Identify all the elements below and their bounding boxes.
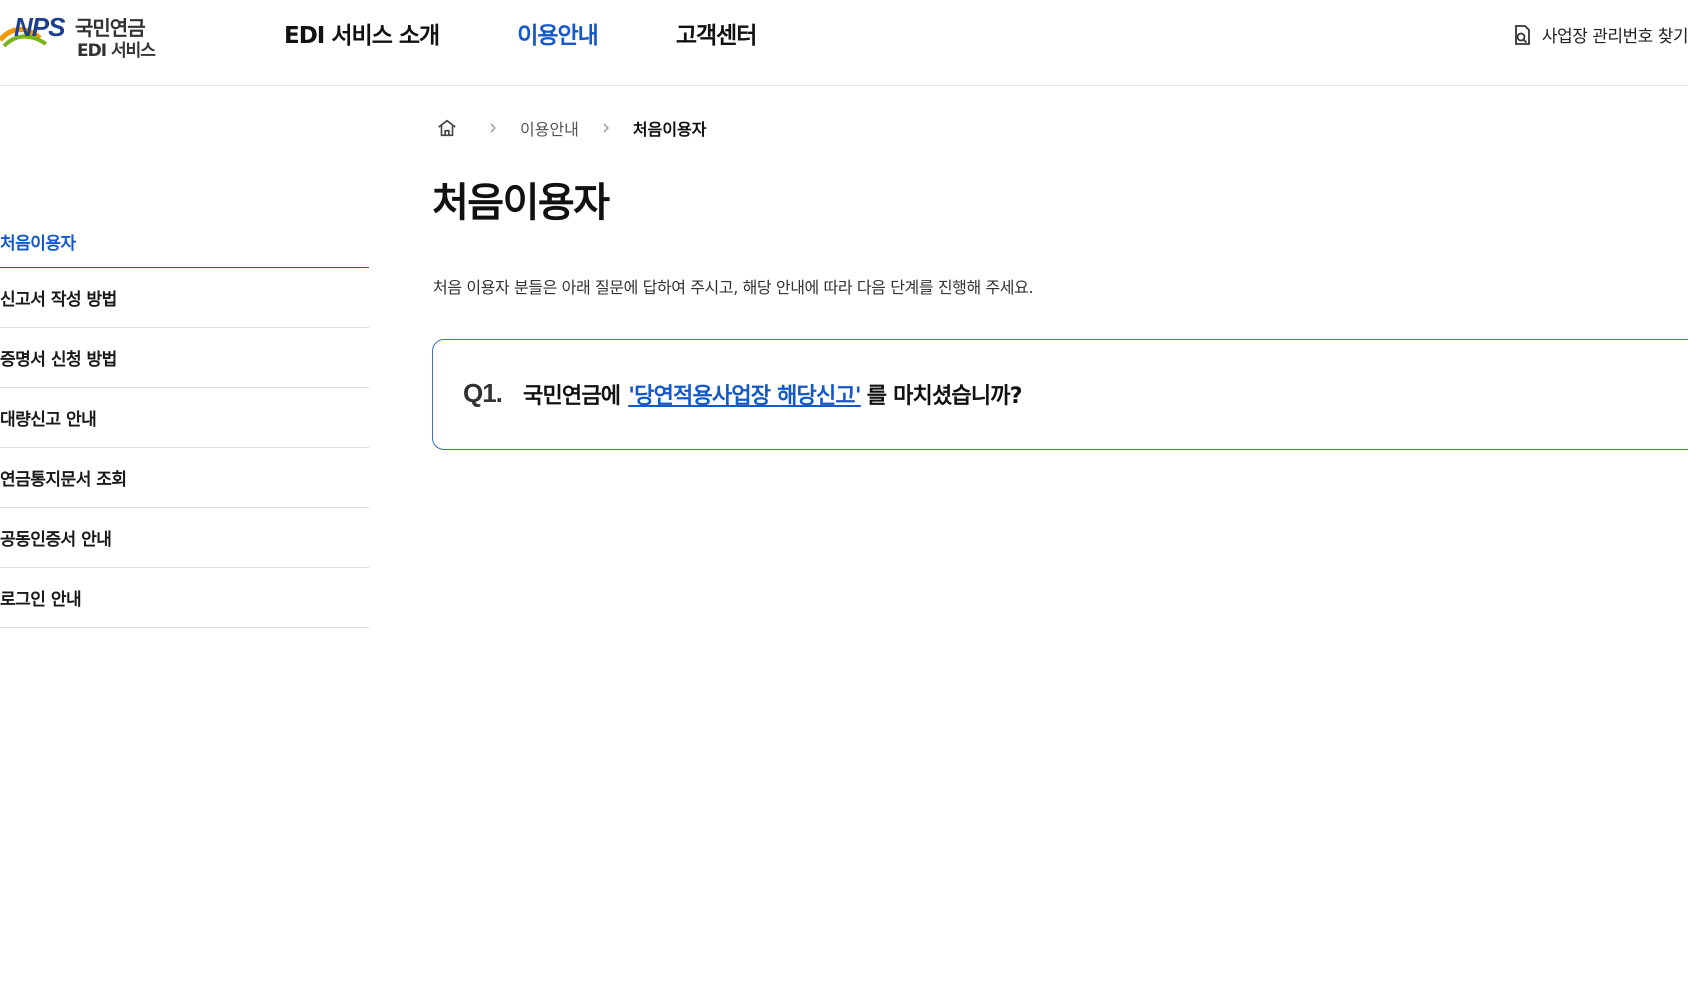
home-icon[interactable] [436, 117, 458, 139]
breadcrumb-usage-guide[interactable]: 이용안내 [520, 116, 579, 140]
find-business-number-label: 사업장 관리번호 찾기 [1541, 27, 1688, 47]
breadcrumb: 이용안내 처음이용자 [436, 116, 707, 140]
breadcrumb-current: 처음이용자 [632, 120, 707, 139]
sidebar-item-certificate-request[interactable]: 증명서 신청 방법 [0, 328, 369, 388]
chevron-right-icon [603, 123, 609, 133]
nav-usage-guide[interactable]: 이용안내 [517, 16, 599, 50]
sidebar-item-bulk-report[interactable]: 대량신고 안내 [0, 388, 369, 448]
question-suffix: 를 마치셨습니까? [866, 384, 1023, 409]
nps-edi-logo[interactable]: NPS 국민연금 EDI 서비스 [0, 10, 170, 61]
chevron-right-icon [490, 123, 496, 133]
sidebar-item-certificate-guide[interactable]: 공동인증서 안내 [0, 508, 369, 568]
site-header: NPS 국민연금 EDI 서비스 EDI 서비스 소개 이용안내 고객센터 사업… [0, 0, 1688, 86]
sidebar-item-pension-notice[interactable]: 연금통지문서 조회 [0, 448, 369, 508]
find-business-number-link[interactable]: 사업장 관리번호 찾기 [1510, 22, 1688, 47]
nav-customer-center[interactable]: 고객센터 [676, 16, 758, 50]
sidebar-item-first-user[interactable]: 처음이용자 [0, 216, 369, 268]
question-number: Q1. [463, 378, 503, 408]
nav-edi-intro[interactable]: EDI 서비스 소개 [284, 16, 440, 50]
page-title: 처음이용자 [432, 180, 610, 226]
main-navigation: EDI 서비스 소개 이용안내 고객센터 [284, 16, 834, 50]
intro-text: 처음 이용자 분들은 아래 질문에 답하여 주시고, 해당 안내에 따라 다음 … [433, 278, 1034, 297]
logo-nps-text: NPS [14, 12, 65, 42]
question-box: Q1. 국민연금에 '당연적용사업장 해당신고' 를 마치셨습니까? [432, 339, 1688, 450]
sidebar-item-report-writing[interactable]: 신고서 작성 방법 [0, 268, 369, 328]
question-prefix: 국민연금에 [523, 384, 621, 409]
sidebar-item-login-guide[interactable]: 로그인 안내 [0, 568, 369, 628]
workplace-report-link[interactable]: '당연적용사업장 해당신고' [628, 384, 861, 409]
question-text: 국민연금에 '당연적용사업장 해당신고' 를 마치셨습니까? [523, 378, 1022, 410]
search-document-icon [1515, 24, 1530, 45]
logo-sub-text: EDI 서비스 [77, 41, 156, 61]
sidebar-menu: 처음이용자 신고서 작성 방법 증명서 신청 방법 대량신고 안내 연금통지문서… [0, 216, 369, 628]
